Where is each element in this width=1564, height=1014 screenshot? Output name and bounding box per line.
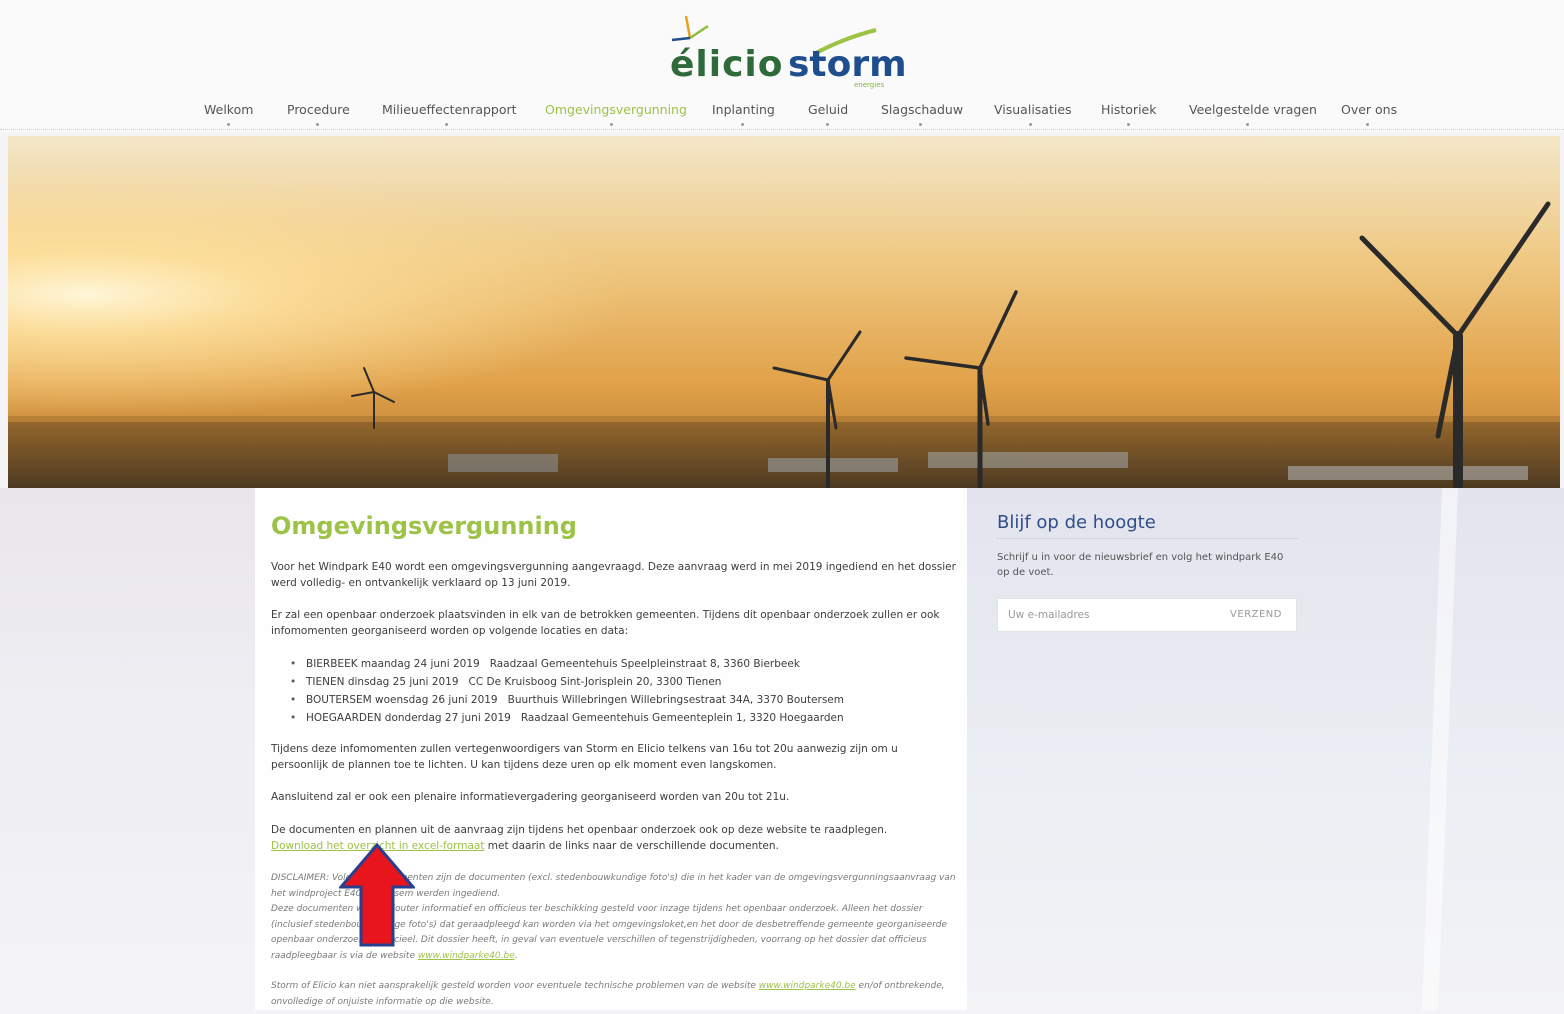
nav-item-milieueffectenrapport[interactable]: Milieueffectenrapport: [382, 102, 517, 117]
logo-elicio-text: élicio: [670, 44, 784, 85]
wind-farm-sunset-image: [8, 136, 1560, 488]
nav-dot: [919, 123, 922, 126]
download-suffix: met daarin de links naar de verschillend…: [484, 840, 779, 852]
nav-item-geluid[interactable]: Geluid: [808, 102, 848, 117]
logo-sub-text: energies: [854, 81, 885, 89]
liability-text-1: Storm of Elicio kan niet aansprakelijk g…: [271, 981, 759, 991]
session-list: BIERBEEK maandag 24 juni 2019 Raadzaal Ge…: [290, 655, 844, 727]
intro-paragraph: Voor het Windpark E40 wordt een omgeving…: [271, 561, 956, 589]
logo-storm-text: storm: [788, 44, 907, 85]
session-where: Raadzaal Gemeentehuis Gemeenteplein 1, 3…: [520, 712, 844, 724]
session-when: BOUTERSEM woensdag 26 juni 2019: [306, 694, 498, 706]
newsletter-text: Schrijf u in voor de nieuwsbrief en volg…: [997, 552, 1284, 578]
nav-item-inplanting[interactable]: Inplanting: [712, 102, 775, 117]
nav-dot: [826, 123, 829, 126]
nav-item-welkom[interactable]: Welkom: [204, 102, 253, 117]
list-item: BIERBEEK maandag 24 juni 2019 Raadzaal Ge…: [290, 655, 844, 673]
session-where: Raadzaal Gemeentehuis Speelpleinstraat 8…: [489, 658, 800, 670]
list-item: BOUTERSEM woensdag 26 juni 2019 Buurthuis…: [290, 691, 844, 709]
website-link[interactable]: www.windparke40.be: [759, 981, 856, 991]
session-where: CC De Kruisboog Sint-Jorisplein 20, 3300…: [468, 676, 722, 688]
list-item: TIENEN dinsdag 25 juni 2019 CC De Kruisbo…: [290, 673, 844, 691]
nav-item-visualisaties[interactable]: Visualisaties: [994, 102, 1072, 117]
disclaimer-end: .: [514, 950, 518, 961]
page-title: Omgevingsvergunning: [271, 512, 577, 540]
newsletter-form: VERZEND: [997, 598, 1297, 632]
session-when: BIERBEEK maandag 24 juni 2019: [306, 658, 480, 670]
nav-dot: [227, 123, 230, 126]
hero-banner: [8, 136, 1560, 488]
session-when: TIENEN dinsdag 25 juni 2019: [306, 676, 459, 688]
divider: [997, 538, 1297, 539]
nav-dot: [1029, 123, 1032, 126]
plenary-paragraph: Aansluitend zal er ook een plenaire info…: [271, 791, 790, 803]
list-item: HOEGAARDEN donderdag 27 juni 2019 Raadzaa…: [290, 709, 844, 727]
nav-item-omgevingsvergunning[interactable]: Omgevingsvergunning: [545, 102, 687, 117]
nav-item-over-ons[interactable]: Over ons: [1341, 102, 1397, 117]
site-logo[interactable]: élicio storm energies: [664, 14, 907, 94]
nav-item-slagschaduw[interactable]: Slagschaduw: [881, 102, 963, 117]
nav-item-veelgestelde-vragen[interactable]: Veelgestelde vragen: [1189, 102, 1317, 117]
nav-dot: [610, 123, 613, 126]
nav-dot: [1127, 123, 1130, 126]
submit-button[interactable]: VERZEND: [1224, 608, 1288, 621]
email-field[interactable]: [1006, 608, 1210, 622]
session-where: Buurthuis Willebringen Willebringsestraa…: [507, 694, 844, 706]
nav-item-historiek[interactable]: Historiek: [1101, 102, 1156, 117]
liability-paragraph: Storm of Elicio kan niet aansprakelijk g…: [271, 979, 956, 1010]
documents-text: De documenten en plannen uit de aanvraag…: [271, 824, 888, 836]
main-nav: Welkom Procedure Milieueffectenrapport O…: [0, 99, 1564, 130]
investigation-paragraph: Er zal een openbaar onderzoek plaatsvind…: [271, 609, 940, 637]
nav-item-procedure[interactable]: Procedure: [287, 102, 350, 117]
nav-dot: [1246, 123, 1249, 126]
nav-dot: [316, 123, 319, 126]
nav-dot: [741, 123, 744, 126]
site-header: élicio storm energies Welkom Procedure M…: [0, 0, 1564, 132]
representatives-paragraph: Tijdens deze infomomenten zullen vertege…: [271, 743, 898, 771]
newsletter-title: Blijf op de hoogte: [997, 512, 1156, 533]
nav-dot: [445, 123, 448, 126]
red-arrow-icon: [339, 843, 415, 947]
nav-dot: [1366, 123, 1369, 126]
website-link[interactable]: www.windparke40.be: [418, 951, 515, 961]
session-when: HOEGAARDEN donderdag 27 juni 2019: [306, 712, 511, 724]
